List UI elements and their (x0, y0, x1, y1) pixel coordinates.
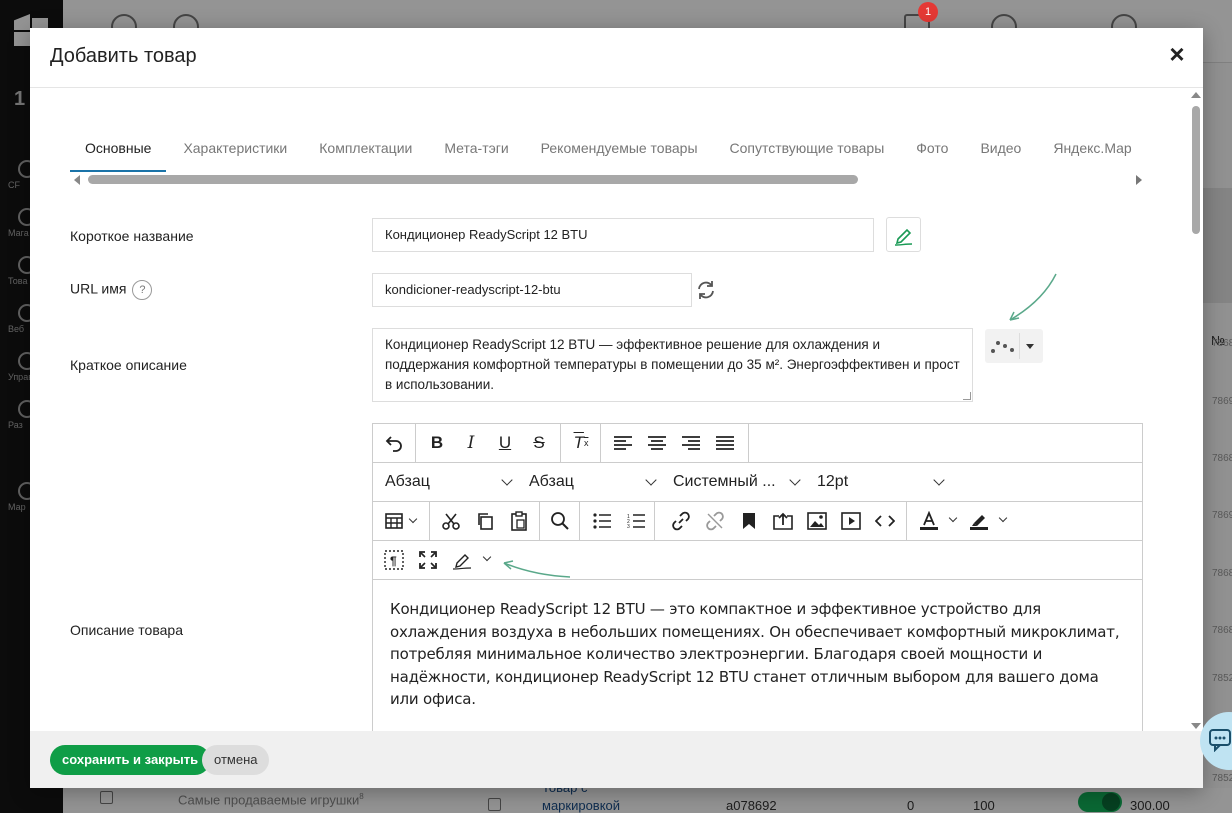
unlink-icon[interactable] (701, 508, 729, 534)
show-blocks-icon[interactable]: ¶ (380, 547, 408, 573)
chevron-down-icon[interactable] (408, 514, 418, 524)
desc-label: Описание товара (70, 622, 183, 638)
rich-text-editor: B I U S Tx Абзац Абзац Системный ... 12p… (372, 423, 1143, 731)
tab-main[interactable]: Основные (70, 128, 167, 172)
scroll-down-icon[interactable] (1191, 723, 1201, 729)
save-and-close-button[interactable]: сохранить и закрыть (50, 745, 211, 775)
undo-icon[interactable] (380, 430, 408, 456)
underline-icon[interactable]: U (491, 430, 519, 456)
scroll-right-icon[interactable] (1136, 175, 1142, 185)
chevron-down-icon (645, 474, 657, 486)
tab-video[interactable]: Видео (965, 128, 1036, 172)
upload-icon[interactable] (769, 508, 797, 534)
chevron-down-icon (933, 474, 945, 486)
refresh-url-icon[interactable] (694, 278, 718, 302)
caret-down-icon (1026, 344, 1034, 349)
block-select[interactable]: Абзац (517, 463, 661, 501)
ai-generate-button[interactable] (886, 217, 921, 252)
tab-recommended[interactable]: Рекомендуемые товары (526, 128, 713, 172)
paste-icon[interactable] (505, 508, 533, 534)
chevron-down-icon[interactable] (948, 513, 958, 523)
modal-title: Добавить товар (50, 45, 197, 67)
modal-body: Основные Характеристики Комплектации Мета-т… (30, 88, 1203, 731)
cancel-button[interactable]: отмена (202, 745, 270, 775)
close-icon[interactable]: × (1165, 41, 1189, 67)
highlight-color-icon[interactable] (965, 508, 993, 534)
short-name-input[interactable]: Кондиционер ReadyScript 12 BTU (372, 218, 874, 252)
toolbar-row: Абзац Абзац Системный ... 12pt (373, 463, 1142, 502)
bullet-list-icon[interactable] (588, 508, 616, 534)
vertical-scrollbar[interactable] (1191, 90, 1201, 731)
tab-offers[interactable]: Комплектации (304, 128, 427, 172)
modal-header: Добавить товар × (30, 28, 1203, 88)
resize-handle[interactable] (963, 392, 971, 400)
format-select[interactable]: Абзац (373, 463, 517, 501)
tab-bar: Основные Характеристики Комплектации Мета-т… (70, 128, 1142, 174)
tab-meta-tags[interactable]: Мета-тэги (429, 128, 523, 172)
short-desc-label: Краткое описание (70, 357, 187, 373)
tab-related[interactable]: Сопутствующие товары (715, 128, 900, 172)
chevron-down-icon[interactable] (998, 513, 1008, 523)
help-icon[interactable]: ? (132, 280, 153, 300)
tab-yandex-market[interactable]: Яндекс.Мар (1038, 128, 1142, 172)
svg-text:¶: ¶ (390, 554, 397, 568)
align-center-icon[interactable] (643, 430, 671, 456)
url-label: URL имя? (70, 280, 153, 300)
toolbar-row: B I U S Tx (373, 424, 1142, 463)
notification-badge: 1 (918, 2, 938, 22)
table-icon[interactable] (380, 508, 408, 534)
tab-photo[interactable]: Фото (901, 128, 963, 172)
toolbar-row: 123 (373, 502, 1142, 541)
fullscreen-icon[interactable] (414, 547, 442, 573)
copy-icon[interactable] (471, 508, 499, 534)
font-family-select[interactable]: Системный ... (661, 463, 805, 501)
align-right-icon[interactable] (677, 430, 705, 456)
short-desc-textarea[interactable]: Кондиционер ReadyScript 12 BTU — эффекти… (372, 328, 973, 402)
tab-characteristics[interactable]: Характеристики (168, 128, 302, 172)
align-justify-icon[interactable] (711, 430, 739, 456)
chat-icon (1209, 729, 1231, 752)
image-icon[interactable] (803, 508, 831, 534)
font-size-select[interactable]: 12pt (805, 463, 949, 501)
text-color-icon[interactable] (915, 508, 943, 534)
cut-icon[interactable] (437, 508, 465, 534)
chevron-down-icon (789, 474, 801, 486)
ai-options-dropdown[interactable] (985, 329, 1043, 363)
short-desc-text: Кондиционер ReadyScript 12 BTU — эффекти… (385, 337, 960, 392)
align-left-icon[interactable] (609, 430, 637, 456)
code-icon[interactable] (871, 508, 899, 534)
search-icon[interactable] (546, 508, 574, 534)
pen-icon (894, 228, 913, 246)
editor-content[interactable]: Кондиционер ReadyScript 12 BTU — это ком… (390, 598, 1130, 711)
ai-pen-icon[interactable] (448, 547, 476, 573)
chevron-down-icon (501, 474, 513, 486)
scroll-up-icon[interactable] (1191, 92, 1201, 98)
svg-text:3: 3 (627, 524, 630, 529)
bold-icon[interactable]: B (423, 430, 451, 456)
strikethrough-icon[interactable]: S (525, 430, 553, 456)
chevron-down-icon[interactable] (482, 552, 492, 562)
scroll-left-icon[interactable] (74, 175, 80, 185)
modal-footer: сохранить и закрыть отмена (30, 731, 1203, 788)
video-icon[interactable] (837, 508, 865, 534)
bookmark-icon[interactable] (735, 508, 763, 534)
short-name-label: Короткое название (70, 228, 194, 244)
scrollbar-thumb[interactable] (1192, 106, 1200, 234)
tabs-scrollbar[interactable] (70, 174, 1142, 186)
numbered-list-icon[interactable]: 123 (622, 508, 650, 534)
dots-icon (991, 341, 1014, 353)
add-product-modal: Добавить товар × Основные Характеристики К… (30, 28, 1203, 788)
italic-icon[interactable]: I (457, 430, 485, 456)
url-input[interactable]: kondicioner-readyscript-12-btu (372, 273, 692, 307)
clear-format-icon[interactable]: Tx (567, 430, 595, 456)
toolbar-row: ¶ (373, 541, 1142, 580)
tabs-scrollbar-thumb[interactable] (88, 175, 858, 184)
link-icon[interactable] (667, 508, 695, 534)
